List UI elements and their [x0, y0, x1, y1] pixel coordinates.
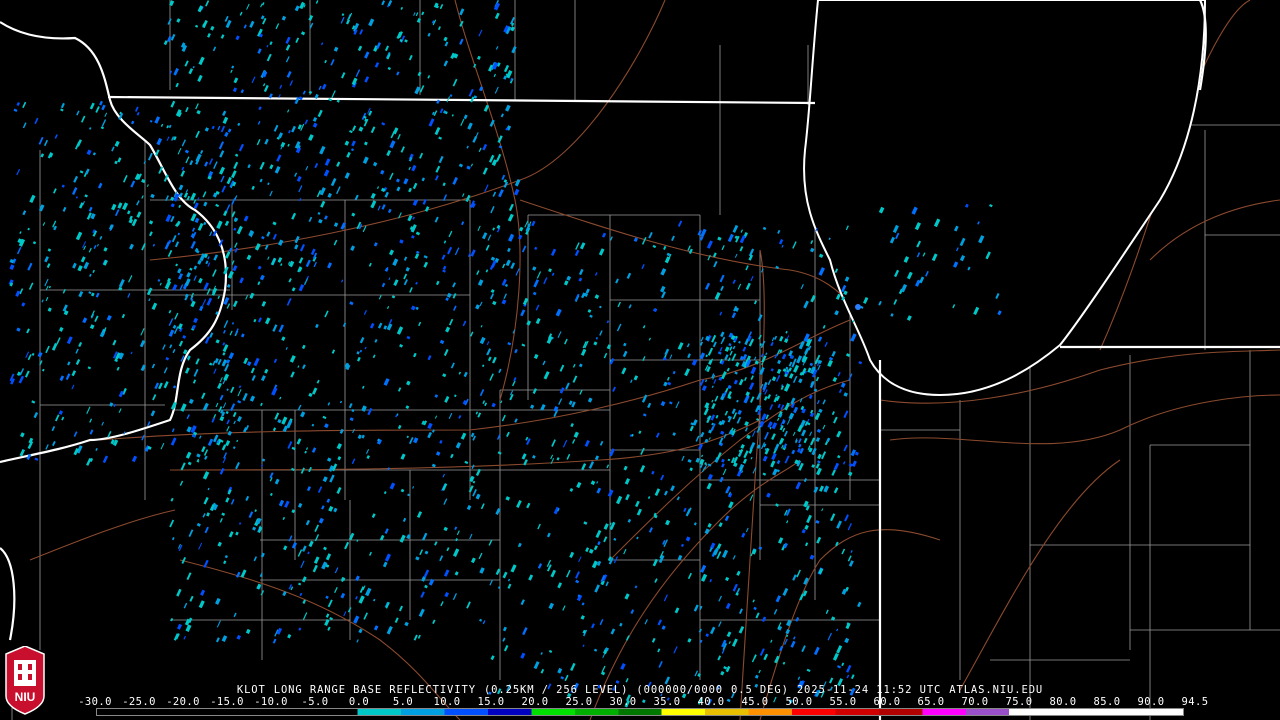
radar-id: KLOT [236, 684, 266, 696]
scale-label: 94.5 [1181, 696, 1209, 708]
scale-label: 90.0 [1137, 696, 1165, 708]
scale-label: -10.0 [254, 696, 288, 708]
elevation-angle: 0.5 DEG) [731, 684, 789, 696]
scale-label: 10.0 [433, 696, 461, 708]
scale-label: 0.0 [348, 696, 370, 708]
source-url: ATLAS.NIU.EDU [949, 684, 1044, 696]
reflectivity-colorbar [96, 708, 1184, 716]
scale-label: 55.0 [829, 696, 857, 708]
niu-tower-logo-icon: NIU [5, 646, 45, 715]
scale-label: 65.0 [917, 696, 945, 708]
timestamp: 2025-11-24 11:52 UTC [796, 684, 942, 696]
volume-code: (000000/0000 [636, 684, 724, 696]
scale-label: 25.0 [565, 696, 593, 708]
scale-label: 20.0 [521, 696, 549, 708]
scale-label: -30.0 [78, 696, 112, 708]
scale-label: 70.0 [961, 696, 989, 708]
scale-label: 60.0 [873, 696, 901, 708]
scale-label: -25.0 [122, 696, 156, 708]
scale-label: 30.0 [609, 696, 637, 708]
scale-label: -5.0 [301, 696, 329, 708]
product-resolution: (0.25KM / 256 LEVEL) [483, 684, 629, 696]
scale-label: 85.0 [1093, 696, 1121, 708]
scale-label: -15.0 [210, 696, 244, 708]
radar-site-marker [855, 304, 861, 310]
scale-label: 35.0 [653, 696, 681, 708]
scale-label: -20.0 [166, 696, 200, 708]
scale-labels: -30.0 -25.0 -20.0 -15.0 -10.0 -5.0 0.0 5.0 10.0 1… [78, 696, 1208, 708]
scale-label: 80.0 [1049, 696, 1077, 708]
radar-map [0, 0, 1280, 720]
product-caption: KLOT LONG RANGE BASE REFLECTIVITY (0.25KM … [0, 684, 1280, 696]
scale-label: 40.0 [697, 696, 725, 708]
scale-label: 50.0 [785, 696, 813, 708]
product-title: LONG RANGE BASE REFLECTIVITY [273, 684, 476, 696]
scale-label: 45.0 [741, 696, 769, 708]
scale-label: 5.0 [392, 696, 414, 708]
scale-label: 75.0 [1005, 696, 1033, 708]
scale-label: 15.0 [477, 696, 505, 708]
